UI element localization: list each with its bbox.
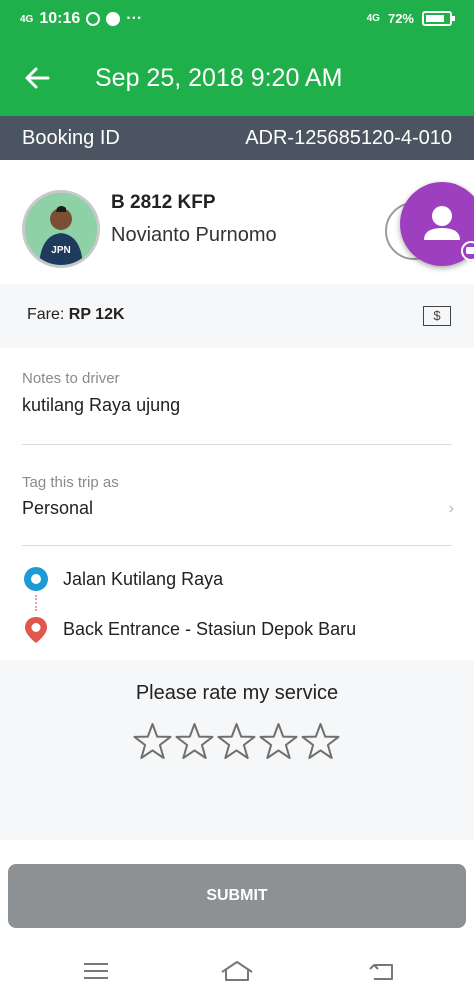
menu-button[interactable] <box>76 956 116 986</box>
rating-prompt: Please rate my service <box>135 682 339 704</box>
route-section <box>0 548 474 660</box>
license-plate: B 2812 KFP <box>111 192 216 213</box>
chat-head-bubble[interactable] <box>400 182 474 266</box>
network-indicator-right: 4G <box>366 13 380 24</box>
rating-section: Please rate my service <box>0 660 474 840</box>
dropoff-pin-icon <box>25 617 47 643</box>
whatsapp-icon <box>86 12 101 26</box>
user-icon <box>424 206 474 261</box>
submit-button[interactable]: SUBMIT <box>8 864 466 928</box>
network-indicator: 4G <box>20 13 34 25</box>
star-4-icon[interactable] <box>258 722 299 762</box>
fare-value: RP 12K <box>68 306 125 323</box>
divider <box>22 545 452 546</box>
fare-label-text: Fare: <box>27 306 65 323</box>
menu-icon <box>84 963 108 979</box>
notes-value: kutilang Raya ujung <box>22 395 181 415</box>
back-nav-icon <box>369 964 393 980</box>
divider <box>22 444 452 445</box>
star-5-icon[interactable] <box>300 722 341 762</box>
booking-id-value: ADR-125685120-4-010 <box>245 127 452 149</box>
arrow-left-icon <box>25 67 50 89</box>
tag-value: Personal <box>22 498 94 518</box>
battery-percent: 72% <box>387 11 414 26</box>
booking-id-bar: Booking ID ADR-125685120-4-010 <box>0 116 474 160</box>
cash-icon: $ <box>423 306 451 326</box>
star-rating <box>132 722 341 762</box>
checkmark-icon <box>106 12 121 26</box>
route-connector <box>35 595 37 611</box>
tag-trip-row[interactable]: Tag this trip as Personal › <box>0 448 474 548</box>
fare-label: Fare: RP 12K <box>27 306 125 324</box>
dropoff-address: Back Entrance - Stasiun Depok Baru <box>63 619 357 639</box>
star-1-icon[interactable] <box>132 722 173 762</box>
chevron-right-icon: › <box>448 500 454 517</box>
driver-photo: JPN <box>25 193 97 265</box>
driver-avatar: JPN <box>22 190 100 268</box>
tag-label: Tag this trip as <box>22 474 119 491</box>
booking-id-label: Booking ID <box>22 127 120 149</box>
more-notifications-icon: ··· <box>126 10 143 27</box>
status-time: 10:16 <box>39 10 81 27</box>
home-icon <box>221 961 253 981</box>
status-bar: 4G 10:16 ··· 4G 72% <box>0 0 474 40</box>
driver-name: Novianto Purnomo <box>111 224 277 246</box>
fare-row: Fare: RP 12K $ <box>0 284 474 348</box>
page-title: Sep 25, 2018 9:20 AM <box>95 64 343 92</box>
back-button[interactable] <box>18 58 58 98</box>
app-bar: Sep 25, 2018 9:20 AM <box>0 40 474 116</box>
star-2-icon[interactable] <box>174 722 215 762</box>
notes-label: Notes to driver <box>22 370 120 387</box>
home-button[interactable] <box>217 956 257 986</box>
pickup-location-icon <box>24 567 48 591</box>
star-3-icon[interactable] <box>216 722 257 762</box>
shirt-text: JPN <box>51 245 70 256</box>
status-left: 4G 10:16 ··· <box>20 10 142 28</box>
battery-icon <box>422 11 455 26</box>
notes-section[interactable]: Notes to driver kutilang Raya ujung <box>0 348 474 448</box>
status-right: 4G 72% <box>366 11 455 26</box>
back-nav-button[interactable] <box>362 956 402 986</box>
system-nav-bar <box>0 940 474 1000</box>
pickup-address: Jalan Kutilang Raya <box>63 569 224 589</box>
